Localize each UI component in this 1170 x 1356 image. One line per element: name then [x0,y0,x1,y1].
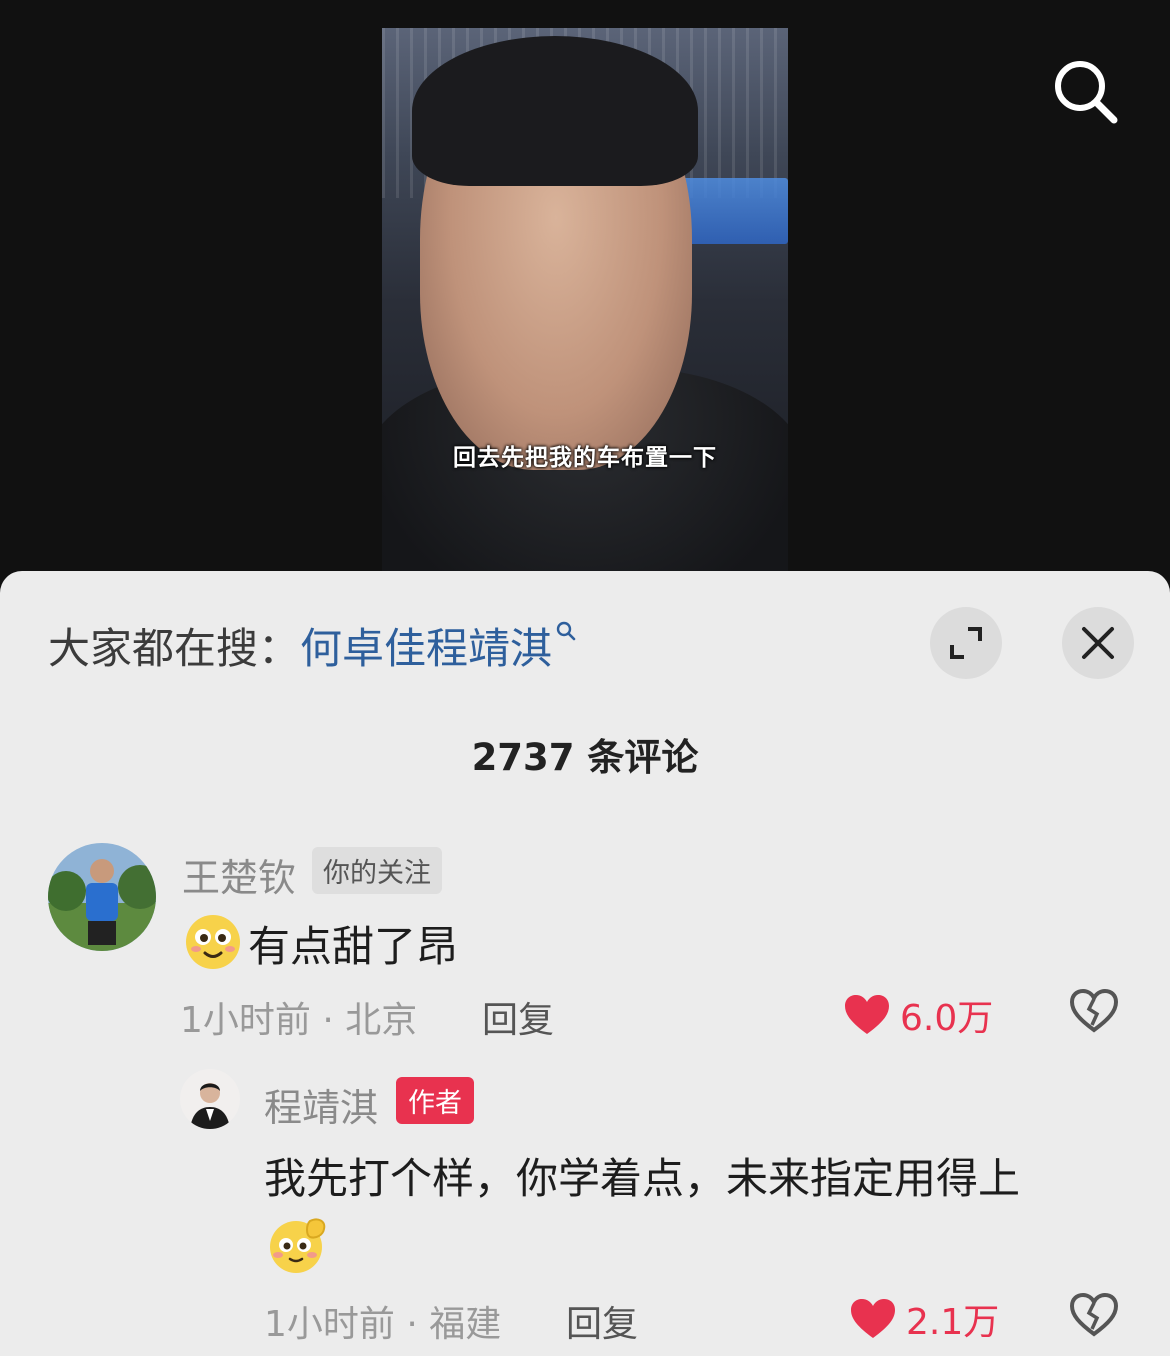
comment-count: 2737 条评论 [471,736,699,779]
comment-username[interactable]: 王楚钦 [182,847,296,902]
close-icon [1082,627,1114,659]
video-subtitle: 回去先把我的车布置一下 [453,445,717,471]
trending-search-prefix: 大家都在搜： [48,624,301,673]
broken-heart-icon [1069,1292,1119,1337]
reply-time-location: 1小时前 · 福建 [264,1304,502,1345]
trending-search-link[interactable]: 何卓佳程靖淇 [300,621,578,673]
following-badge: 你的关注 [312,847,442,894]
close-button[interactable] [1062,607,1134,679]
commenter-avatar-image [48,843,156,951]
video-player[interactable]: 回去先把我的车布置一下 [382,28,788,600]
broken-heart-icon [1069,988,1119,1033]
author-avatar-image [180,1069,240,1129]
author-badge: 作者 [396,1077,474,1124]
like-button[interactable]: 6.0万 [844,989,993,1041]
video-area: 回去先把我的车布置一下 [0,0,1170,600]
comment-text: 有点甜了昂 [248,922,459,971]
dislike-button[interactable] [1069,1292,1119,1341]
avatar[interactable] [180,1069,240,1129]
expand-button[interactable] [930,607,1002,679]
like-button[interactable]: 2.1万 [850,1293,999,1345]
heart-icon [851,1299,895,1338]
trending-search-query: 何卓佳程靖淇 [300,624,553,673]
shy-hand-emoji [270,1218,326,1273]
search-icon [1055,61,1118,124]
video-person-hair [412,36,698,186]
comment-panel: 大家都在搜：何卓佳程靖淇 2737 条评论 王楚钦 你的关注 有点甜了昂 1小时… [0,571,1170,1356]
avatar[interactable] [48,843,156,951]
expand-icon [950,627,982,659]
like-count: 6.0万 [900,998,994,1039]
heart-icon [845,995,889,1034]
reply-button[interactable]: 回复 [482,991,554,1043]
trending-search-bar: 大家都在搜：何卓佳程靖淇 [48,615,578,676]
search-button[interactable] [1050,56,1122,128]
dislike-button[interactable] [1069,988,1119,1037]
comment-time-location: 1小时前 · 北京 [180,1000,418,1041]
reply-text: 我先打个样，你学着点，未来指定用得上 [264,1154,1021,1203]
blushing-smile-emoji [186,915,240,969]
like-count: 2.1万 [906,1302,1000,1343]
search-small-icon [556,621,576,641]
reply-button[interactable]: 回复 [566,1295,638,1347]
reply-username[interactable]: 程靖淇 [264,1077,378,1132]
